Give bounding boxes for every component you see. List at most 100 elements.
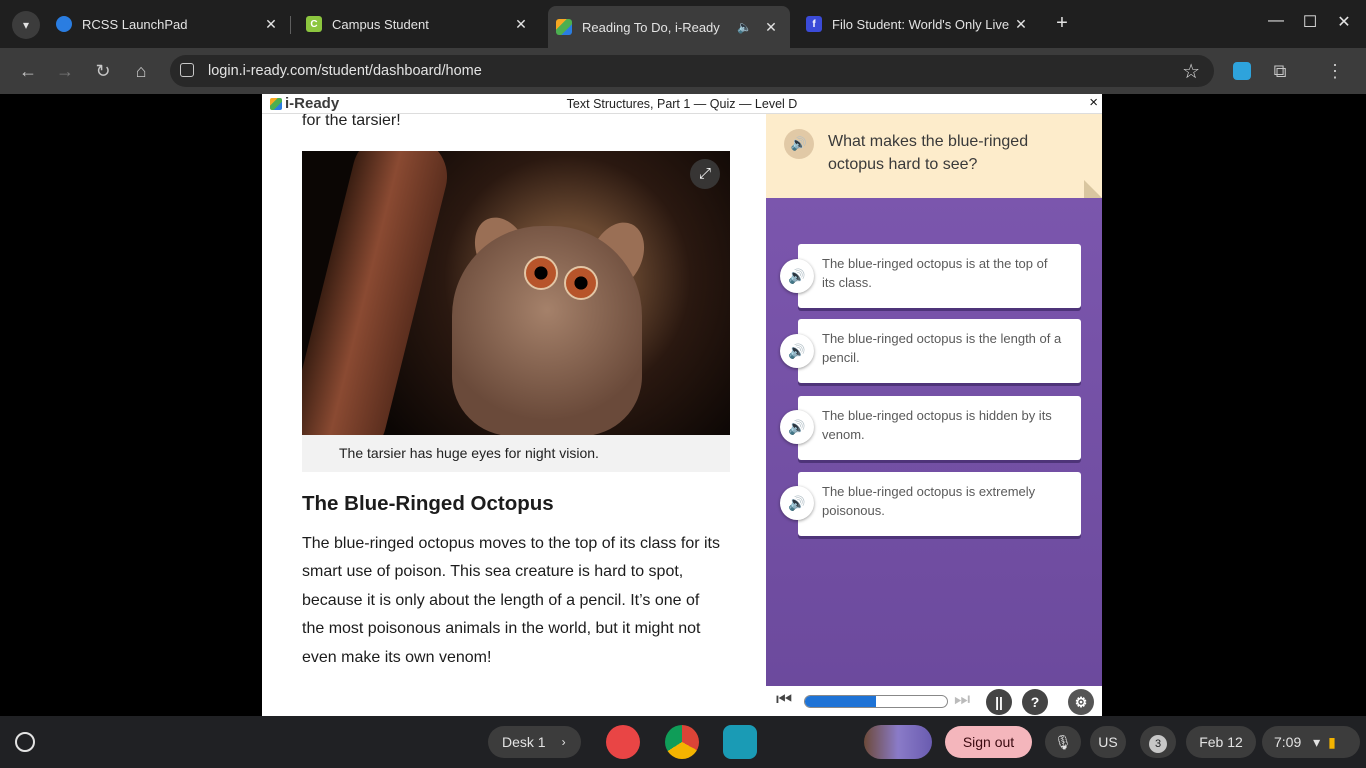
answer-text: The blue-ringed octopus is the length of… — [822, 331, 1062, 365]
passage-fragment: for the tarsier! — [302, 114, 401, 129]
launcher-button[interactable] — [15, 732, 35, 752]
minimize-icon: — — [1268, 12, 1284, 29]
date-button[interactable]: Feb 12 — [1186, 726, 1256, 758]
back-button[interactable]: ← — [16, 59, 40, 83]
image-caption: The tarsier has huge eyes for night visi… — [302, 435, 730, 472]
close-icon[interactable]: ✕ — [262, 16, 280, 33]
answer-2-read-aloud-button[interactable]: 🔊 — [780, 334, 814, 368]
answer-4-read-aloud-button[interactable]: 🔊 — [780, 486, 814, 520]
quiz-title: Text Structures, Part 1 — Quiz — Level D — [566, 97, 798, 111]
quiz-close-button[interactable]: × — [1089, 94, 1098, 111]
close-icon[interactable]: ✕ — [1012, 16, 1030, 33]
input-method-button[interactable]: US — [1090, 726, 1126, 758]
arrow-right-icon: → — [56, 61, 74, 81]
answer-option-3[interactable]: The blue-ringed octopus is hidden by its… — [798, 396, 1081, 460]
menu-button[interactable]: ⋮ — [1323, 59, 1347, 83]
desk-switcher[interactable]: Desk 1 › — [488, 726, 581, 758]
passage-body: The blue-ringed octopus moves to the top… — [302, 535, 720, 666]
tab-title: Reading To Do, i-Ready — [582, 19, 720, 35]
desk-label: Desk 1 — [502, 734, 546, 750]
skip-forward-button[interactable]: ⏭ — [954, 689, 970, 710]
speaker-icon: 🔊 — [790, 136, 808, 151]
question-text: What makes the blue-ringed octopus hard … — [828, 133, 1029, 173]
answers-area: The blue-ringed octopus is at the top of… — [766, 198, 1102, 686]
home-button[interactable]: ⌂ — [129, 59, 153, 83]
lesson-controls: ⏮ ⏭ || ? ⚙ — [766, 686, 1102, 716]
sign-out-button[interactable]: Sign out — [945, 726, 1032, 758]
chevron-down-icon: ▾ — [22, 18, 30, 32]
reading-passage[interactable]: for the tarsier! ⤢ The tarsier has huge … — [262, 114, 766, 716]
tab-reading-to-do[interactable]: Reading To Do, i-Ready 🔈 ✕ — [548, 6, 790, 48]
close-window-button[interactable]: ✕ — [1332, 12, 1356, 32]
tab-title: RCSS LaunchPad — [82, 16, 188, 32]
settings-button[interactable]: ⚙ — [1068, 689, 1094, 715]
expand-image-button[interactable]: ⤢ — [690, 159, 720, 189]
iready-header: i-Ready Text Structures, Part 1 — Quiz —… — [262, 94, 1102, 114]
close-icon[interactable]: ✕ — [762, 19, 780, 36]
filo-favicon-icon: f — [806, 16, 822, 32]
answer-text: The blue-ringed octopus is at the top of… — [822, 256, 1048, 290]
browser-toolbar: ← → ↻ ⌂ login.i-ready.com/student/dashbo… — [0, 48, 1366, 94]
wifi-icon: ▾ — [1313, 734, 1321, 750]
address-bar[interactable]: login.i-ready.com/student/dashboard/home… — [170, 55, 1214, 87]
question-card: 🔊 What makes the blue-ringed octopus har… — [766, 114, 1102, 198]
answer-option-4[interactable]: The blue-ringed octopus is extremely poi… — [798, 472, 1081, 536]
minimize-button[interactable]: — — [1264, 12, 1288, 30]
maximize-icon: ☐ — [1302, 14, 1318, 31]
forward-button[interactable]: → — [53, 59, 77, 83]
speaker-icon: 🔊 — [788, 268, 806, 284]
status-tray[interactable]: 7:09 ▾ ▮ — [1262, 726, 1360, 758]
branch-shape — [302, 151, 456, 435]
tab-search-button[interactable]: ▾ — [12, 11, 40, 39]
question-read-aloud-button[interactable]: 🔊 — [784, 129, 814, 159]
tab-title: Filo Student: World's Only Live I — [832, 16, 1012, 32]
answer-text: The blue-ringed octopus is extremely poi… — [822, 484, 1036, 518]
rcss-favicon-icon — [56, 16, 72, 32]
question-panel: 🔊 What makes the blue-ringed octopus har… — [766, 114, 1102, 716]
speaker-icon[interactable]: 🔈 — [737, 20, 752, 34]
gear-icon: ⚙ — [1074, 694, 1088, 710]
skip-back-button[interactable]: ⏮ — [776, 689, 792, 710]
maximize-button[interactable]: ☐ — [1298, 12, 1322, 32]
tab-separator — [290, 16, 291, 34]
paint-app-icon[interactable] — [606, 725, 640, 759]
close-icon[interactable]: ✕ — [512, 16, 530, 33]
chrome-app-icon[interactable] — [665, 725, 699, 759]
close-icon: ✕ — [1337, 14, 1351, 31]
bookmark-star-icon[interactable]: ☆ — [1182, 59, 1200, 84]
speaker-icon: 🔊 — [788, 419, 806, 435]
pause-button[interactable]: || — [986, 689, 1012, 715]
speaker-icon: 🔊 — [788, 495, 806, 511]
tab-rcss-launchpad[interactable]: RCSS LaunchPad ✕ — [48, 6, 290, 42]
classroom-app-icon[interactable] — [723, 725, 757, 759]
answer-1-read-aloud-button[interactable]: 🔊 — [780, 259, 814, 293]
extensions-button[interactable]: ⧉ — [1268, 59, 1292, 83]
notifications-button[interactable]: 3 — [1140, 726, 1176, 758]
tab-filo-student[interactable]: f Filo Student: World's Only Live I ✕ — [798, 6, 1040, 42]
iready-favicon-icon — [556, 19, 572, 35]
progress-fill — [805, 696, 876, 707]
os-shelf: Desk 1 › Sign out 🎙 US 3 Feb 12 7:09 ▾ ▮ — [0, 716, 1366, 768]
reload-button[interactable]: ↻ — [91, 59, 115, 83]
microphone-icon: 🎙 — [1054, 734, 1072, 750]
cloud-extension-icon[interactable] — [1233, 62, 1251, 80]
skip-forward-icon: ⏭ — [954, 689, 971, 709]
notification-count: 3 — [1149, 735, 1167, 753]
answer-option-1[interactable]: The blue-ringed octopus is at the top of… — [798, 244, 1081, 308]
tarsier-photo: ⤢ — [302, 151, 730, 435]
help-button[interactable]: ? — [1022, 689, 1048, 715]
new-tab-button[interactable]: + — [1050, 12, 1074, 35]
tab-campus-student[interactable]: C Campus Student ✕ — [298, 6, 540, 42]
arrow-left-icon: ← — [19, 61, 37, 81]
answer-3-read-aloud-button[interactable]: 🔊 — [780, 410, 814, 444]
section-title: The Blue-Ringed Octopus — [302, 492, 554, 515]
holding-space-thumbnails[interactable] — [864, 725, 932, 759]
skip-back-icon: ⏮ — [776, 689, 793, 709]
microphone-button[interactable]: 🎙 — [1045, 726, 1081, 758]
plus-icon: + — [1056, 12, 1068, 34]
url-text: login.i-ready.com/student/dashboard/home — [208, 63, 482, 79]
answer-option-2[interactable]: The blue-ringed octopus is the length of… — [798, 319, 1081, 383]
site-info-icon[interactable] — [180, 63, 194, 77]
reload-icon: ↻ — [95, 61, 111, 81]
expand-icon: ⤢ — [698, 165, 711, 182]
